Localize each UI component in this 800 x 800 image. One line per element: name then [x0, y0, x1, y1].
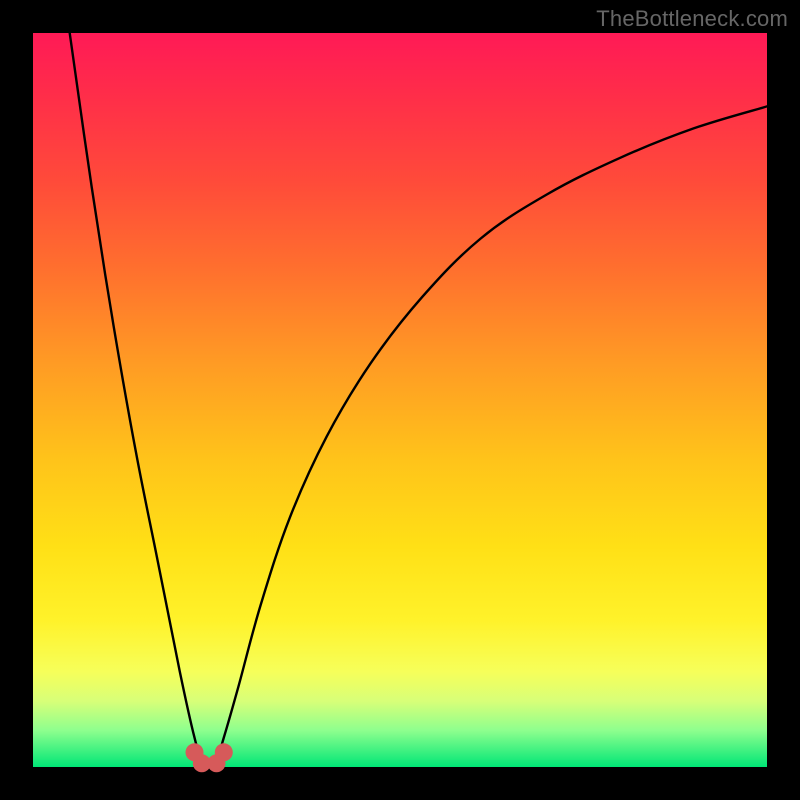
plot-area — [33, 33, 767, 767]
curve-marker — [215, 743, 233, 761]
bottom-markers — [186, 743, 233, 772]
watermark-text: TheBottleneck.com — [596, 6, 788, 32]
bottleneck-curve-svg — [33, 33, 767, 767]
bottleneck-curve — [70, 33, 767, 767]
chart-frame: TheBottleneck.com — [0, 0, 800, 800]
